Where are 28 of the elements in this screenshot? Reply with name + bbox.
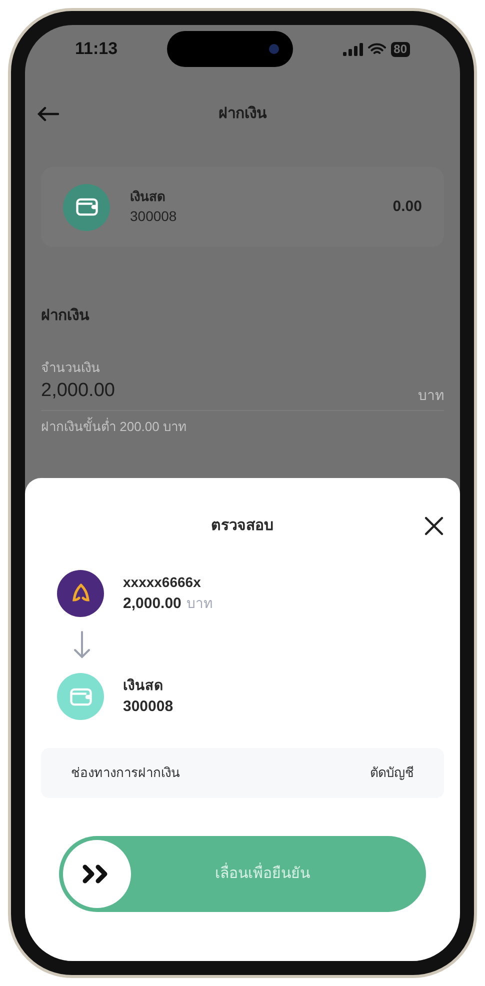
status-time: 11:13 [75, 38, 118, 60]
unit-label: บาท [418, 386, 444, 404]
minimum-hint: ฝากเงินขั้นต่ำ 200.00 บาท [41, 416, 188, 436]
destination-name: เงินสด [123, 676, 164, 695]
down-arrow-icon [74, 631, 90, 659]
amount-field[interactable]: 2,000.00 บาท [41, 377, 444, 410]
account-number: 300008 [130, 207, 177, 226]
account-balance: 0.00 [392, 196, 422, 217]
back-arrow-icon[interactable] [37, 106, 59, 122]
wifi-icon [368, 42, 386, 56]
battery-level: 80 [390, 42, 410, 56]
signal-icon [342, 42, 363, 56]
sheet-title: ตรวจสอบ [211, 516, 274, 536]
slide-to-confirm[interactable]: เลื่อนเพื่อยืนยัน [59, 836, 426, 912]
page-title: ฝากเงิน [218, 104, 266, 124]
close-icon[interactable] [424, 516, 444, 536]
channel-value: ตัดบัญชี [370, 764, 414, 782]
channel-label: ช่องทางการฝากเงิน [71, 764, 180, 782]
transfer-amount: 2,000.00 [123, 594, 182, 614]
amount-label: จำนวนเงิน [41, 358, 101, 376]
bell-shape-icon [70, 582, 92, 604]
currency-unit: บาท [186, 594, 212, 613]
account-name: เงินสด [130, 188, 166, 206]
source-account: xxxxx6666x [123, 572, 202, 592]
slider-thumb[interactable] [63, 840, 131, 908]
section-title: ฝากเงิน [41, 306, 90, 326]
slider-label: เลื่อนเพื่อยืนยัน [215, 862, 310, 884]
destination-number: 300008 [123, 696, 174, 717]
